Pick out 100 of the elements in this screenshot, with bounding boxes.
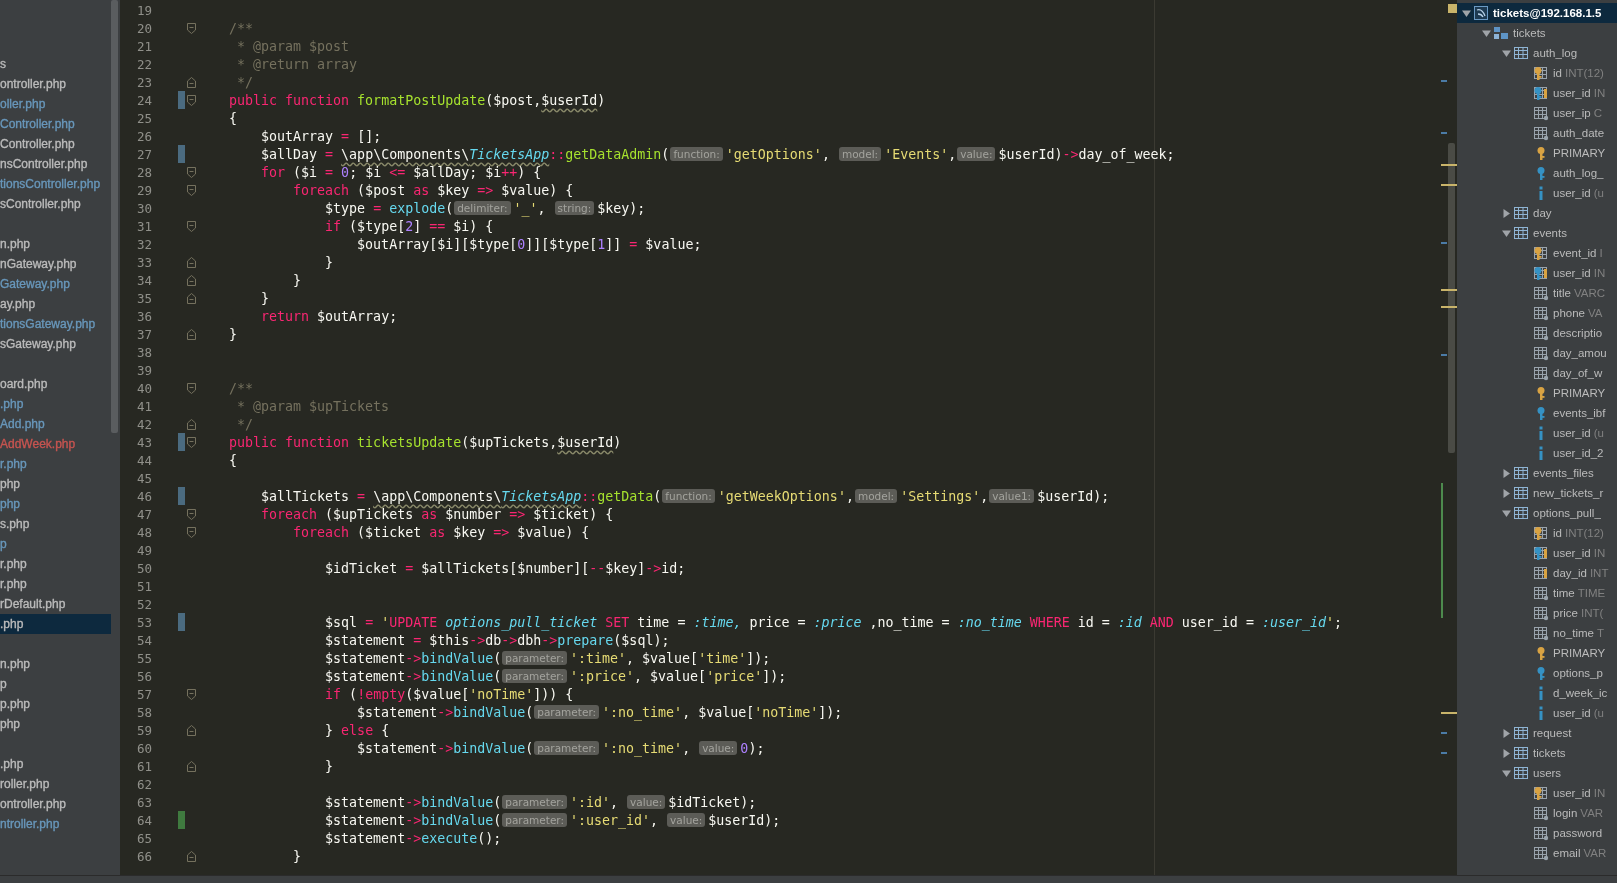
tree-item-label[interactable]: PRIMARY (1553, 647, 1606, 659)
tree-item-label[interactable]: PRIMARY (1553, 147, 1606, 159)
file-name[interactable]: oller.php (0, 97, 46, 111)
expand-arrow-icon[interactable] (1501, 748, 1511, 758)
tree-item-label[interactable]: user_id (1553, 87, 1591, 99)
tree-item-label[interactable]: day (1533, 207, 1552, 219)
file-name[interactable]: n.php (0, 237, 31, 251)
tree-item-label[interactable]: request (1533, 727, 1572, 739)
tree-item-label[interactable]: user_id (1553, 187, 1591, 199)
tree-item-label[interactable]: events_ibf (1553, 407, 1606, 419)
change-marker[interactable] (178, 487, 185, 505)
warning-status-icon[interactable] (1447, 4, 1457, 13)
fold-marker-icon[interactable] (186, 274, 196, 286)
tree-item-label[interactable]: id (1553, 67, 1562, 79)
tree-item-label[interactable]: user_id (1553, 707, 1591, 719)
tree-item-label[interactable]: user_id (1553, 427, 1591, 439)
file-name[interactable]: php (0, 477, 21, 491)
tree-item-label[interactable]: d_week_ic (1553, 687, 1608, 699)
fold-marker-icon[interactable] (186, 76, 196, 88)
selected-tree-row[interactable]: tickets@192.168.1.5 (1457, 3, 1617, 23)
fold-marker-icon[interactable] (186, 724, 196, 736)
file-name[interactable]: php (0, 717, 21, 731)
tree-item-label[interactable]: new_tickets_r (1533, 487, 1604, 499)
file-name[interactable]: nsController.php (0, 157, 88, 171)
tree-item-label[interactable]: id (1553, 527, 1562, 539)
file-name[interactable]: r.php (0, 557, 27, 571)
file-name[interactable]: sGateway.php (0, 337, 76, 351)
tree-item-label[interactable]: tickets@192.168.1.5 (1493, 7, 1602, 19)
expand-arrow-icon[interactable] (1501, 208, 1511, 218)
expand-arrow-icon[interactable] (1501, 728, 1511, 738)
file-name[interactable]: p.php (0, 697, 31, 711)
file-name[interactable]: rDefault.php (0, 597, 66, 611)
tree-item-label[interactable]: event_id (1553, 247, 1597, 259)
file-name[interactable]: p (0, 677, 7, 691)
expand-arrow-icon[interactable] (1501, 48, 1511, 58)
tree-item-label[interactable]: options_pull_ (1533, 507, 1601, 519)
tree-item-label[interactable]: time (1553, 587, 1575, 599)
tree-item-label[interactable]: no_time (1553, 627, 1594, 639)
fold-marker-icon[interactable] (186, 166, 196, 178)
fold-marker-icon[interactable] (186, 220, 196, 232)
file-name[interactable]: oard.php (0, 377, 48, 391)
file-name[interactable]: s.php (0, 517, 30, 531)
file-name[interactable]: tionsController.php (0, 177, 101, 191)
tree-item-label[interactable]: events_files (1533, 467, 1594, 479)
tree-item-label[interactable]: tickets (1533, 747, 1566, 759)
file-name[interactable]: r.php (0, 457, 27, 471)
fold-marker-icon[interactable] (186, 94, 196, 106)
change-marker[interactable] (178, 91, 185, 109)
fold-marker-icon[interactable] (186, 328, 196, 340)
fold-marker-icon[interactable] (186, 436, 196, 448)
fold-marker-icon[interactable] (186, 256, 196, 268)
expand-arrow-icon[interactable] (1501, 508, 1511, 518)
scrollbar-thumb[interactable] (111, 0, 118, 433)
file-name[interactable]: p (0, 537, 7, 551)
expand-arrow-icon[interactable] (1501, 488, 1511, 498)
change-marker[interactable] (178, 811, 185, 829)
file-name[interactable]: Controller.php (0, 137, 75, 151)
tree-item-label[interactable]: day_amou (1553, 347, 1607, 359)
tree-item-label[interactable]: email (1553, 847, 1581, 859)
tree-item-label[interactable]: auth_log_ (1553, 167, 1604, 179)
tree-item-label[interactable]: user_id (1553, 547, 1591, 559)
change-marker[interactable] (178, 433, 185, 451)
file-name[interactable]: sController.php (0, 197, 81, 211)
file-name[interactable]: roller.php (0, 777, 50, 791)
tree-item-label[interactable]: user_ip (1553, 107, 1591, 119)
selected-file-row[interactable]: .php (0, 614, 111, 634)
tree-item-label[interactable]: title (1553, 287, 1571, 299)
fold-marker-icon[interactable] (186, 22, 196, 34)
fold-marker-icon[interactable] (186, 382, 196, 394)
tree-item-label[interactable]: password (1553, 827, 1603, 839)
file-name[interactable]: Controller.php (0, 117, 75, 131)
expand-arrow-icon[interactable] (1501, 228, 1511, 238)
file-name[interactable]: s (0, 57, 6, 71)
fold-marker-icon[interactable] (186, 184, 196, 196)
change-marker[interactable] (178, 613, 185, 631)
expand-arrow-icon[interactable] (1501, 768, 1511, 778)
file-name[interactable]: Add.php (0, 417, 45, 431)
file-name[interactable]: .php (0, 617, 24, 631)
fold-marker-icon[interactable] (186, 850, 196, 862)
tree-item-label[interactable]: login (1553, 807, 1578, 819)
tree-item-label[interactable]: events (1533, 227, 1567, 239)
file-name[interactable]: ntroller.php (0, 817, 60, 831)
fold-marker-icon[interactable] (186, 508, 196, 520)
file-name[interactable]: ontroller.php (0, 797, 67, 811)
expand-arrow-icon[interactable] (1461, 8, 1471, 18)
tree-item-label[interactable]: phone (1553, 307, 1585, 319)
tree-item-label[interactable]: price (1553, 607, 1578, 619)
tree-item-label[interactable]: user_id (1553, 787, 1591, 799)
file-name[interactable]: n.php (0, 657, 31, 671)
file-name[interactable]: ay.php (0, 297, 36, 311)
fold-marker-icon[interactable] (186, 292, 196, 304)
file-name[interactable]: r.php (0, 577, 27, 591)
tree-item-label[interactable]: user_id_2 (1553, 447, 1604, 459)
file-name[interactable]: ontroller.php (0, 77, 67, 91)
tree-item-label[interactable]: auth_log (1533, 47, 1578, 59)
file-name[interactable]: .php (0, 397, 24, 411)
expand-arrow-icon[interactable] (1501, 468, 1511, 478)
tree-item-label[interactable]: descriptio (1553, 327, 1603, 339)
fold-marker-icon[interactable] (186, 760, 196, 772)
file-name[interactable]: .php (0, 757, 24, 771)
